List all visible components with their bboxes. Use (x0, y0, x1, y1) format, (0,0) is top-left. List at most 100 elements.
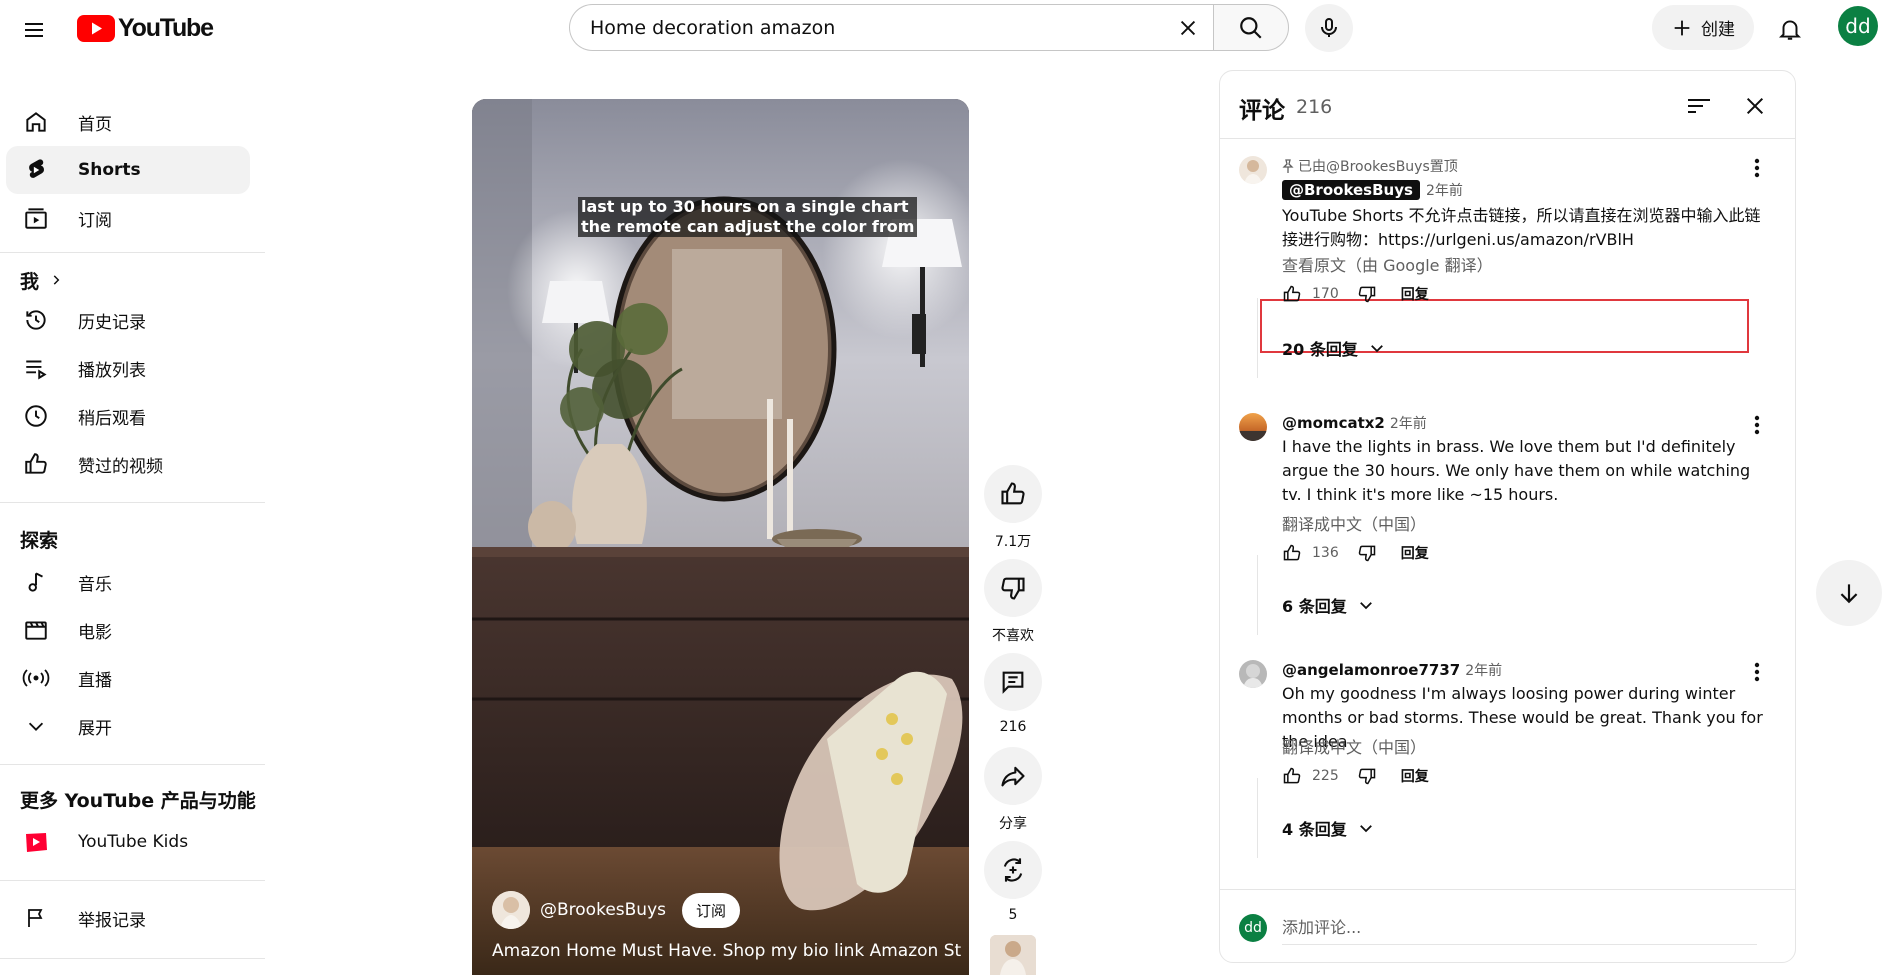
reply-button[interactable]: 回复 (1401, 766, 1429, 786)
menu-icon[interactable] (16, 12, 52, 48)
comment-author[interactable]: @angelamonroe7737 (1282, 661, 1460, 679)
comment-actions: 170 回复 (1282, 284, 1429, 304)
comment-meta: @momcatx2 2年前 (1282, 413, 1427, 433)
pin-icon (1282, 159, 1294, 173)
comment-dislike-button[interactable] (1357, 284, 1377, 304)
sidebar-item-home[interactable]: 首页 (6, 98, 250, 146)
remix-icon (1003, 858, 1023, 882)
create-button[interactable]: 创建 (1652, 5, 1754, 50)
thumb-up-icon (1283, 285, 1301, 302)
comment-time[interactable]: 2年前 (1465, 663, 1502, 679)
comment-more-icon[interactable] (1745, 660, 1769, 684)
comment-more-icon[interactable] (1745, 413, 1769, 437)
comment-text: I have the lights in brass. We love them… (1282, 437, 1751, 504)
sidebar-item-label: 首页 (78, 114, 112, 135)
like-button[interactable] (984, 465, 1042, 523)
thumb-down-icon (1358, 286, 1375, 303)
comment-like-button[interactable] (1282, 766, 1302, 786)
chevron-down-icon (22, 712, 50, 740)
sidebar-item-history[interactable]: 历史记录 (6, 296, 250, 344)
close-comments-button[interactable] (1738, 89, 1772, 123)
share-button[interactable] (984, 747, 1042, 805)
sidebar-item-subscriptions[interactable]: 订阅 (6, 194, 250, 242)
translate-link[interactable]: 查看原文（由 Google 翻译） (1282, 252, 1493, 276)
sidebar-item-watch-later[interactable]: 稍后观看 (6, 392, 250, 440)
comments-action: 216 (984, 653, 1042, 735)
movie-icon (22, 616, 50, 644)
sidebar-item-playlists[interactable]: 播放列表 (6, 344, 250, 392)
shorts-video-player[interactable]: last up to 30 hours on a single chart th… (472, 99, 969, 975)
thumb-down-icon (1358, 545, 1375, 562)
chevron-down-icon (1359, 602, 1372, 610)
notifications-button[interactable] (1770, 9, 1810, 49)
remix-button[interactable] (984, 841, 1042, 899)
reply-button[interactable]: 回复 (1401, 284, 1429, 304)
search-button[interactable] (1213, 4, 1289, 51)
youtube-logo[interactable]: YouTube (77, 14, 214, 43)
subscribe-button[interactable]: 订阅 (682, 892, 741, 928)
show-replies-button[interactable]: 6 条回复 (1282, 593, 1375, 617)
microphone-icon (1321, 18, 1337, 37)
video-channel-row: @BrookesBuys 订阅 (492, 891, 741, 929)
sidebar-item-shorts[interactable]: Shorts (6, 146, 250, 194)
sidebar-item-label: 举报记录 (78, 910, 146, 931)
create-label: 创建 (1701, 20, 1735, 40)
share-label: 分享 (999, 816, 1027, 832)
sidebar-item-youtube-kids[interactable]: YouTube Kids (6, 818, 250, 866)
sidebar-item-label: 稍后观看 (78, 408, 146, 429)
sidebar: 首页 Shorts 订阅 我 历史记录 播放列表 稍后观看 赞过的视频 探索 音… (0, 56, 265, 975)
add-comment-input[interactable]: 添加评论... (1282, 914, 1757, 945)
show-replies-button[interactable]: 20 条回复 (1282, 336, 1386, 360)
sidebar-item-report-history[interactable]: 举报记录 (6, 894, 250, 942)
comment-time[interactable]: 2年前 (1390, 416, 1427, 432)
comment-avatar[interactable] (1239, 413, 1267, 441)
sidebar-item-show-more[interactable]: 展开 (6, 702, 250, 750)
translate-link[interactable]: 翻译成中文（中国） (1282, 511, 1426, 535)
comments-button[interactable] (984, 653, 1042, 711)
share-icon (1001, 766, 1025, 787)
sidebar-item-live[interactable]: 直播 (6, 654, 250, 702)
reply-button[interactable]: 回复 (1401, 543, 1429, 563)
sidebar-you-heading[interactable]: 我 (20, 260, 63, 300)
comment-like-button[interactable] (1282, 543, 1302, 563)
comment-like-button[interactable] (1282, 284, 1302, 304)
search-input[interactable] (590, 16, 1177, 39)
sidebar-divider (0, 252, 265, 253)
current-user-avatar: dd (1239, 914, 1267, 942)
next-video-button[interactable] (1816, 560, 1882, 626)
plus-icon (1674, 20, 1690, 35)
sound-thumbnail[interactable] (990, 935, 1036, 975)
comment-text: YouTube Shorts 不允许点击链接，所以请直接在浏览器中输入此链接进行… (1282, 206, 1761, 249)
account-avatar[interactable]: dd (1838, 6, 1878, 46)
comment-count: 216 (999, 719, 1027, 735)
comment-author[interactable]: @momcatx2 (1282, 414, 1385, 432)
comment-author-chip[interactable]: @BrookesBuys (1282, 180, 1420, 200)
sidebar-item-liked-videos[interactable]: 赞过的视频 (6, 440, 250, 488)
channel-avatar[interactable] (492, 891, 530, 929)
show-replies-button[interactable]: 4 条回复 (1282, 816, 1375, 840)
sidebar-item-movies[interactable]: 电影 (6, 606, 250, 654)
comment-dislike-button[interactable] (1357, 766, 1377, 786)
dislike-label: 不喜欢 (992, 628, 1034, 644)
comment-avatar[interactable] (1239, 660, 1267, 688)
channel-name[interactable]: @BrookesBuys (540, 900, 666, 920)
video-title[interactable]: Amazon Home Must Have. Shop my bio link … (492, 941, 962, 961)
voice-search-button[interactable] (1305, 4, 1353, 52)
search-bar (569, 4, 1289, 51)
sidebar-explore-heading: 探索 (20, 530, 59, 552)
sidebar-item-music[interactable]: 音乐 (6, 558, 250, 606)
comment-more-icon[interactable] (1745, 156, 1769, 180)
dislike-button[interactable] (984, 559, 1042, 617)
translate-link[interactable]: 翻译成中文（中国） (1282, 734, 1426, 758)
comment-avatar[interactable] (1239, 156, 1267, 184)
clear-search-icon[interactable] (1177, 17, 1199, 39)
comment-time[interactable]: 2年前 (1426, 183, 1463, 199)
sort-comments-button[interactable] (1682, 89, 1716, 123)
arrow-down-icon (1840, 584, 1858, 604)
remix-count: 5 (1008, 907, 1018, 923)
like-action: 7.1万 (984, 465, 1042, 551)
caption-line: last up to 30 hours on a single chart (581, 197, 909, 216)
playlist-icon (22, 354, 50, 382)
sidebar-item-label: Shorts (78, 160, 141, 180)
comment-dislike-button[interactable] (1357, 543, 1377, 563)
